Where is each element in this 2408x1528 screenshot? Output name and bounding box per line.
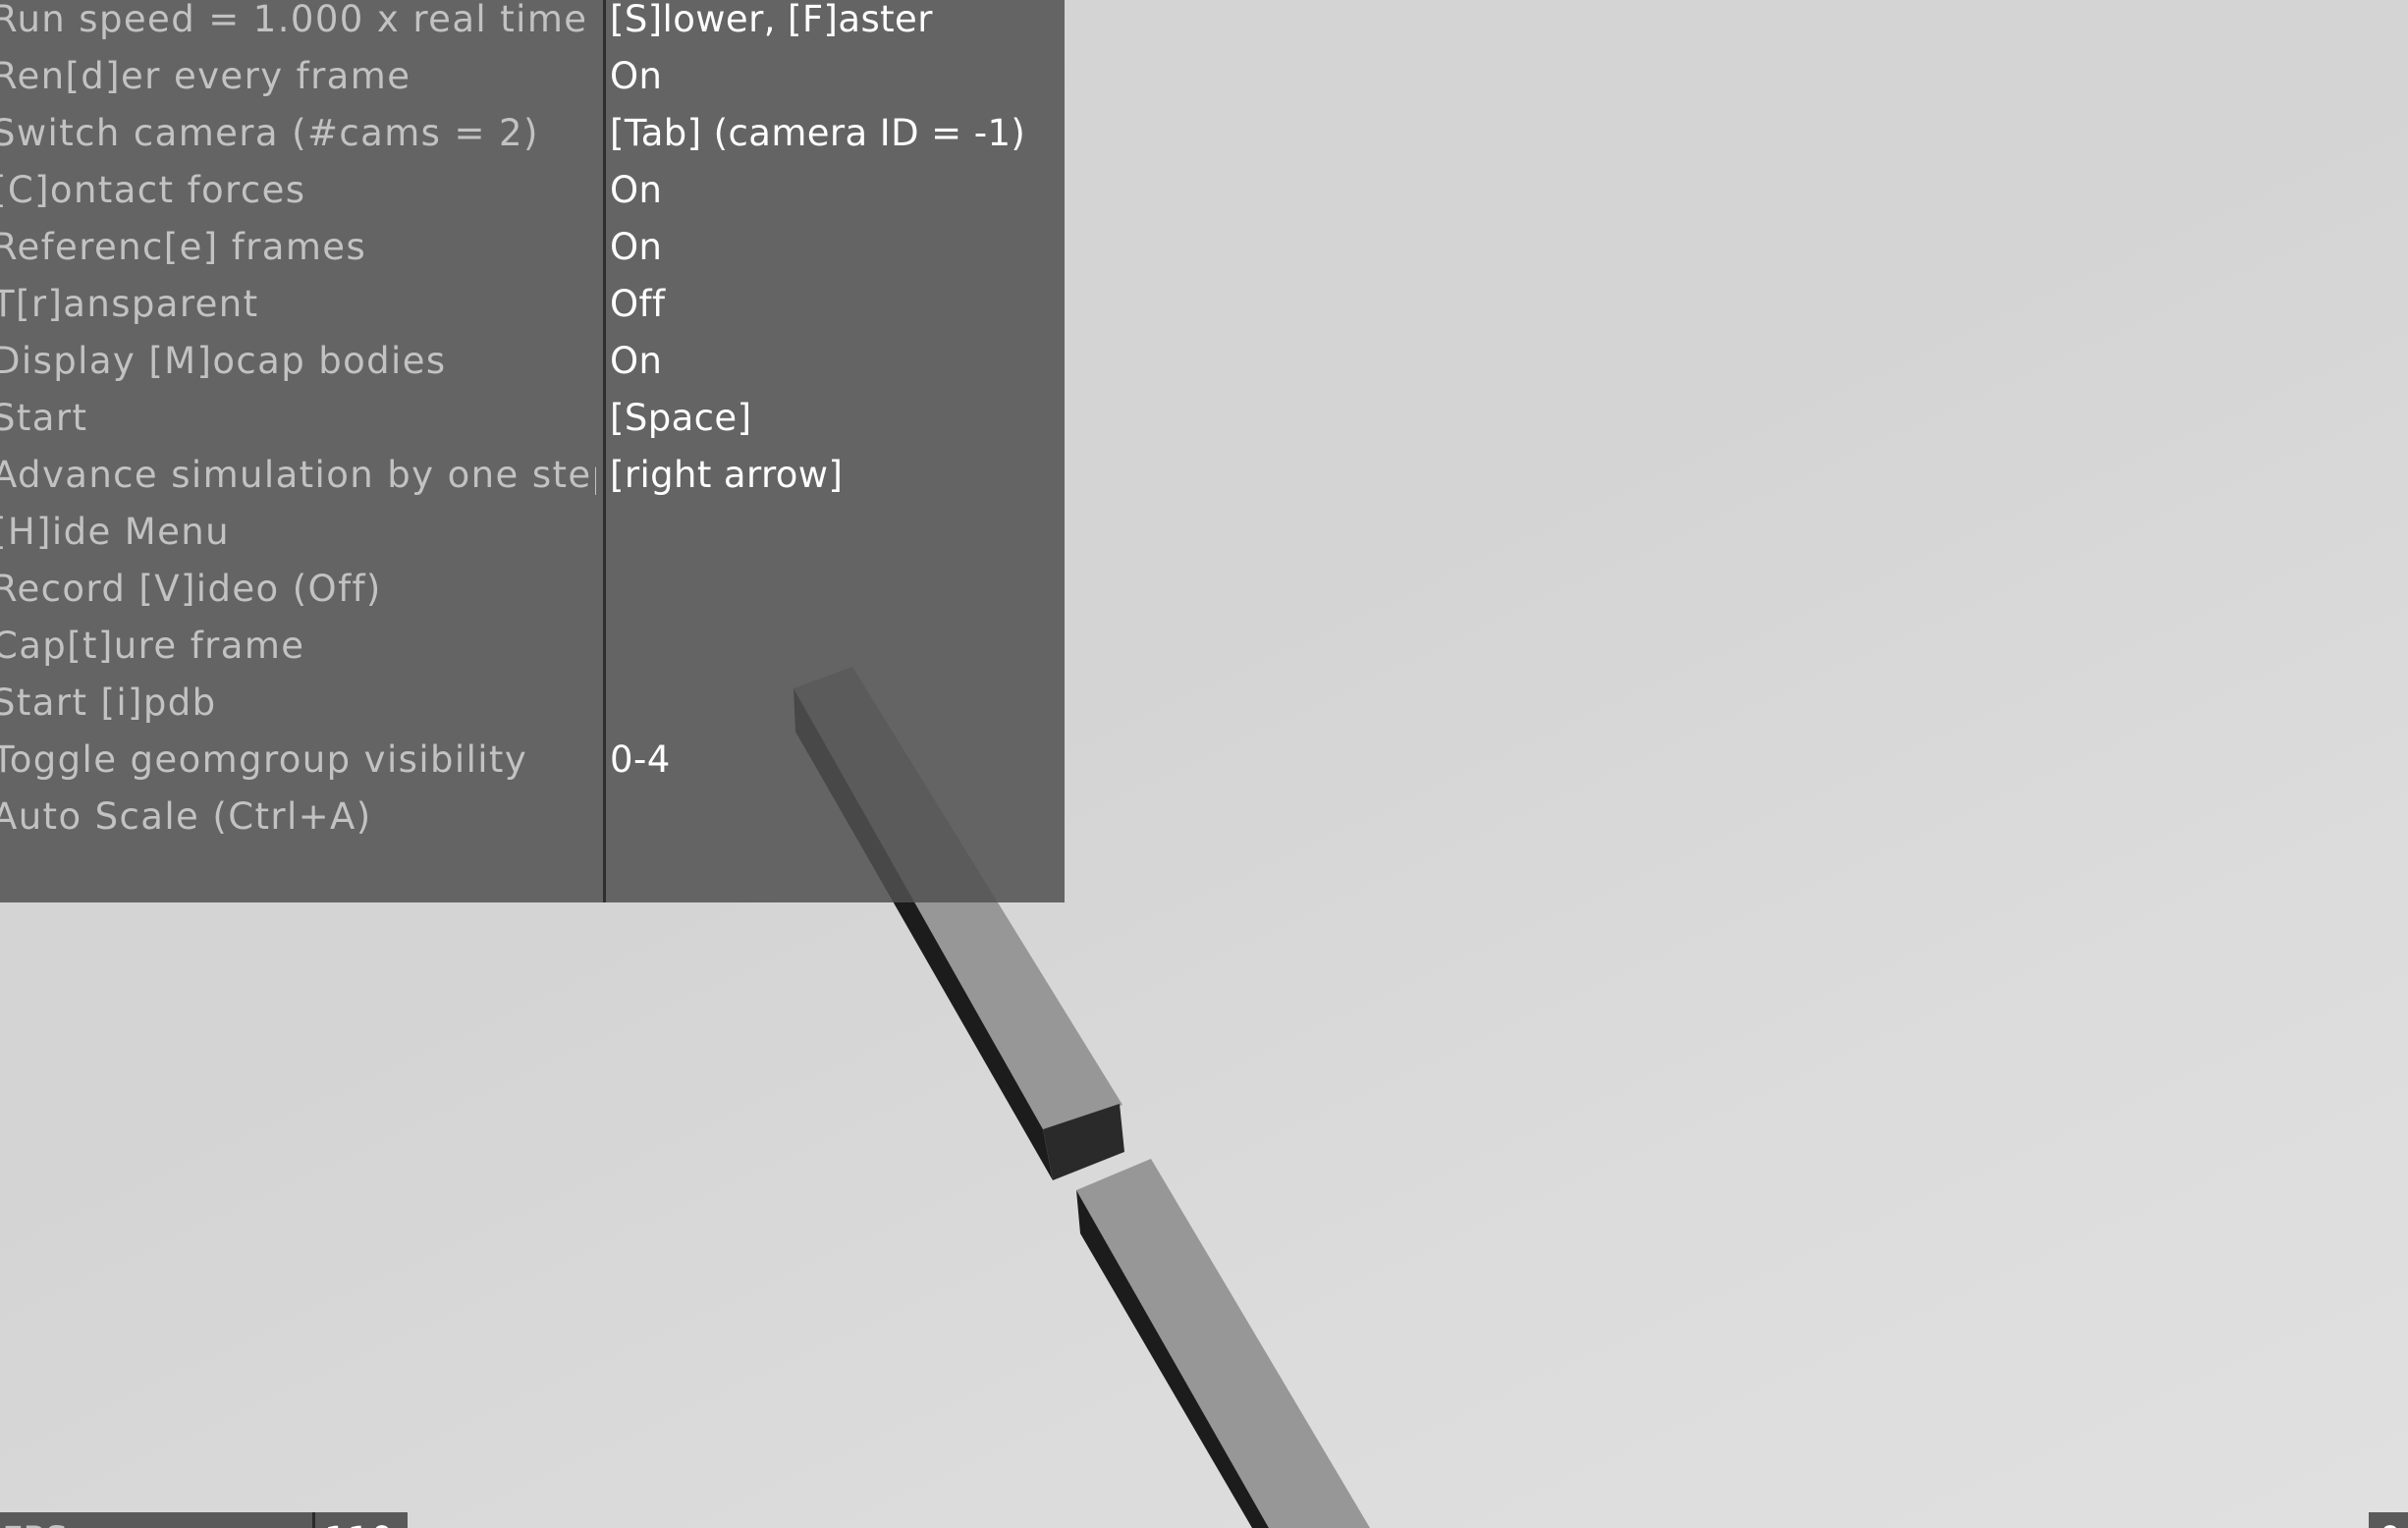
menu-key-label: [H]ide Menu: [0, 511, 230, 553]
fps-divider: [312, 1512, 315, 1528]
menu-row: Start [i]pdb: [0, 675, 1065, 732]
fps-label: FPS: [2, 1512, 68, 1528]
menu-key-label: Record [V]ideo (Off): [0, 568, 382, 610]
menu-value-label: Off: [610, 283, 666, 325]
menu-row: Run speed = 1.000 x real time [S]lower, […: [0, 0, 1065, 48]
menu-value-label: 0-4: [610, 738, 671, 781]
menu-row: Ren[d]er every frame On: [0, 48, 1065, 105]
menu-row: Referenc[e] frames On: [0, 219, 1065, 276]
menu-key-label: Toggle geomgroup visibility: [0, 738, 528, 781]
menu-key-label: Cap[t]ure frame: [0, 625, 305, 667]
menu-row: Record [V]ideo (Off): [0, 561, 1065, 618]
fps-status-bar: FPS 110: [0, 1512, 408, 1528]
menu-row: [H]ide Menu: [0, 504, 1065, 561]
menu-value-label: [Space]: [610, 397, 752, 439]
menu-value-label: [right arrow]: [610, 454, 844, 496]
menu-row: Auto Scale (Ctrl+A): [0, 789, 1065, 846]
help-menu-overlay: Run speed = 1.000 x real time [S]lower, […: [0, 0, 1065, 902]
menu-value-label: On: [610, 226, 663, 268]
menu-row: T[r]ansparent Off: [0, 276, 1065, 333]
corner-status-text: 0: [2379, 1512, 2402, 1528]
menu-key-label: Ren[d]er every frame: [0, 55, 411, 97]
menu-key-label: Auto Scale (Ctrl+A): [0, 795, 372, 838]
menu-key-label: Start: [0, 397, 88, 439]
menu-key-label: Advance simulation by one step: [0, 454, 596, 496]
menu-value-label: [S]lower, [F]aster: [610, 0, 933, 40]
fps-value: 110: [324, 1512, 394, 1528]
menu-key-label: Referenc[e] frames: [0, 226, 367, 268]
menu-row: Switch camera (#cams = 2) [Tab] (camera I…: [0, 105, 1065, 162]
lower-link: [1076, 1159, 1370, 1528]
menu-row: Advance simulation by one step [right arr…: [0, 447, 1065, 504]
menu-value-label: On: [610, 55, 663, 97]
menu-key-label: T[r]ansparent: [0, 283, 259, 325]
menu-row: Toggle geomgroup visibility 0-4: [0, 732, 1065, 789]
menu-key-label: Run speed = 1.000 x real time: [0, 0, 588, 40]
menu-value-label: On: [610, 169, 663, 211]
menu-key-label: [C]ontact forces: [0, 169, 306, 211]
corner-status-tab: 0: [2369, 1512, 2408, 1528]
menu-key-label: Switch camera (#cams = 2): [0, 112, 539, 154]
menu-key-label: Display [M]ocap bodies: [0, 340, 447, 382]
menu-value-label: [Tab] (camera ID = -1): [610, 112, 1026, 154]
menu-key-label: Start [i]pdb: [0, 682, 217, 724]
menu-row: Display [M]ocap bodies On: [0, 333, 1065, 390]
menu-row: Start [Space]: [0, 390, 1065, 447]
menu-row: [C]ontact forces On: [0, 162, 1065, 219]
menu-value-label: On: [610, 340, 663, 382]
menu-row: Cap[t]ure frame: [0, 618, 1065, 675]
